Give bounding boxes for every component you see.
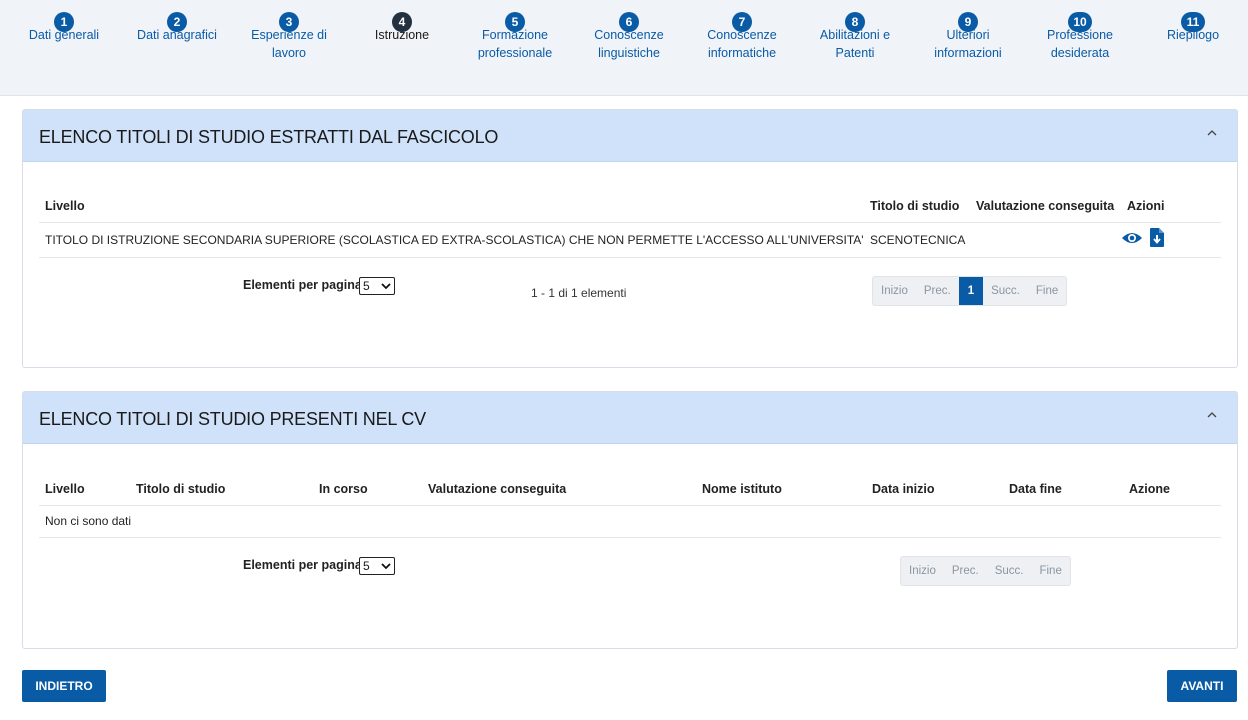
panel-titoli-cv: ELENCO TITOLI DI STUDIO PRESENTI NEL CV … — [22, 391, 1238, 649]
pager-last[interactable]: Fine — [1031, 557, 1069, 585]
step-number: 9 — [958, 12, 978, 32]
step-conoscenze-informatiche[interactable]: 7 Conoscenze informatiche — [687, 12, 797, 62]
pager-first[interactable]: Inizio — [873, 277, 916, 305]
step-number: 5 — [505, 12, 525, 32]
chevron-down-icon — [381, 283, 391, 290]
cell-titolo-studio: SCENOTECNICA — [870, 233, 966, 247]
step-dati-anagrafici[interactable]: 2 Dati anagrafici — [122, 12, 232, 44]
panel-titoli-fascicolo: ELENCO TITOLI DI STUDIO ESTRATTI DAL FAS… — [22, 109, 1238, 368]
step-number: 6 — [619, 12, 639, 32]
step-riepilogo[interactable]: 11 Riepilogo — [1138, 12, 1248, 44]
step-number: 11 — [1181, 12, 1205, 32]
pager-prev[interactable]: Prec. — [944, 557, 987, 585]
pagination: Inizio Prec. 1 Succ. Fine — [872, 276, 1068, 306]
pager-next[interactable]: Succ. — [987, 557, 1032, 585]
pager-last[interactable]: Fine — [1028, 277, 1066, 305]
col-header-azione: Azione — [1129, 482, 1170, 496]
pager-first[interactable]: Inizio — [901, 557, 944, 585]
col-header-valutazione: Valutazione conseguita — [976, 199, 1115, 213]
per-page-value: 5 — [363, 559, 370, 573]
divider — [39, 257, 1221, 258]
col-header-livello: Livello — [45, 482, 85, 496]
step-istruzione[interactable]: 4 Istruzione — [347, 12, 457, 44]
step-esperienze-di-lavoro[interactable]: 3 Esperienze di lavoro — [234, 12, 344, 62]
step-dati-generali[interactable]: 1 Dati generali — [9, 12, 119, 44]
step-number: 1 — [54, 12, 74, 32]
cell-livello: TITOLO DI ISTRUZIONE SECONDARIA SUPERIOR… — [45, 233, 864, 247]
divider — [39, 537, 1221, 538]
step-formazione-professionale[interactable]: 5 Formazione professionale — [460, 12, 570, 62]
step-number: 7 — [732, 12, 752, 32]
per-page-select[interactable]: 5 — [359, 277, 395, 295]
step-number: 10 — [1068, 12, 1092, 32]
col-header-in-corso: In corso — [319, 482, 368, 496]
empty-state-text: Non ci sono dati — [45, 514, 132, 528]
panel-title: ELENCO TITOLI DI STUDIO PRESENTI NEL CV — [39, 409, 426, 429]
divider — [39, 222, 1221, 223]
chevron-up-icon[interactable] — [1205, 408, 1219, 422]
step-number: 2 — [167, 12, 187, 32]
wizard-stepper: 1 Dati generali 2 Dati anagrafici 3 Espe… — [0, 0, 1248, 96]
panel-header[interactable]: ELENCO TITOLI DI STUDIO PRESENTI NEL CV — [23, 392, 1237, 444]
step-ulteriori-informazioni[interactable]: 9 Ulteriori informazioni — [913, 12, 1023, 62]
chevron-down-icon — [381, 563, 391, 570]
step-number: 3 — [279, 12, 299, 32]
step-number: 8 — [845, 12, 865, 32]
per-page-select[interactable]: 5 — [359, 557, 395, 575]
col-header-data-fine: Data fine — [1009, 482, 1062, 496]
step-conoscenze-linguistiche[interactable]: 6 Conoscenze linguistiche — [574, 12, 684, 62]
pager-next[interactable]: Succ. — [983, 277, 1028, 305]
per-page-label: Elementi per pagina — [243, 558, 362, 572]
next-button[interactable]: AVANTI — [1167, 670, 1237, 702]
pagination: Inizio Prec. Succ. Fine — [900, 556, 1071, 586]
per-page-label: Elementi per pagina — [243, 278, 362, 292]
pager-prev[interactable]: Prec. — [916, 277, 959, 305]
step-professione-desiderata[interactable]: 10 Professione desiderata — [1025, 12, 1135, 62]
col-header-valutazione: Valutazione conseguita — [428, 482, 567, 496]
back-button[interactable]: INDIETRO — [22, 670, 106, 702]
col-header-titolo-studio: Titolo di studio — [870, 199, 960, 213]
col-header-nome-istituto: Nome istituto — [702, 482, 782, 496]
col-header-data-inizio: Data inizio — [872, 482, 935, 496]
step-abilitazioni-e-patenti[interactable]: 8 Abilitazioni e Patenti — [800, 12, 910, 62]
pager-page-current[interactable]: 1 — [958, 277, 984, 305]
panel-title: ELENCO TITOLI DI STUDIO ESTRATTI DAL FAS… — [39, 127, 499, 147]
range-text: 1 - 1 di 1 elementi — [531, 286, 627, 300]
col-header-livello: Livello — [45, 199, 85, 213]
step-number: 4 — [392, 12, 412, 32]
divider — [39, 505, 1221, 506]
col-header-titolo-studio: Titolo di studio — [136, 482, 226, 496]
per-page-value: 5 — [363, 279, 370, 293]
col-header-azioni: Azioni — [1127, 199, 1165, 213]
chevron-up-icon[interactable] — [1205, 126, 1219, 140]
eye-icon[interactable] — [1121, 231, 1143, 245]
panel-header[interactable]: ELENCO TITOLI DI STUDIO ESTRATTI DAL FAS… — [23, 110, 1237, 162]
download-file-icon[interactable] — [1150, 228, 1164, 247]
